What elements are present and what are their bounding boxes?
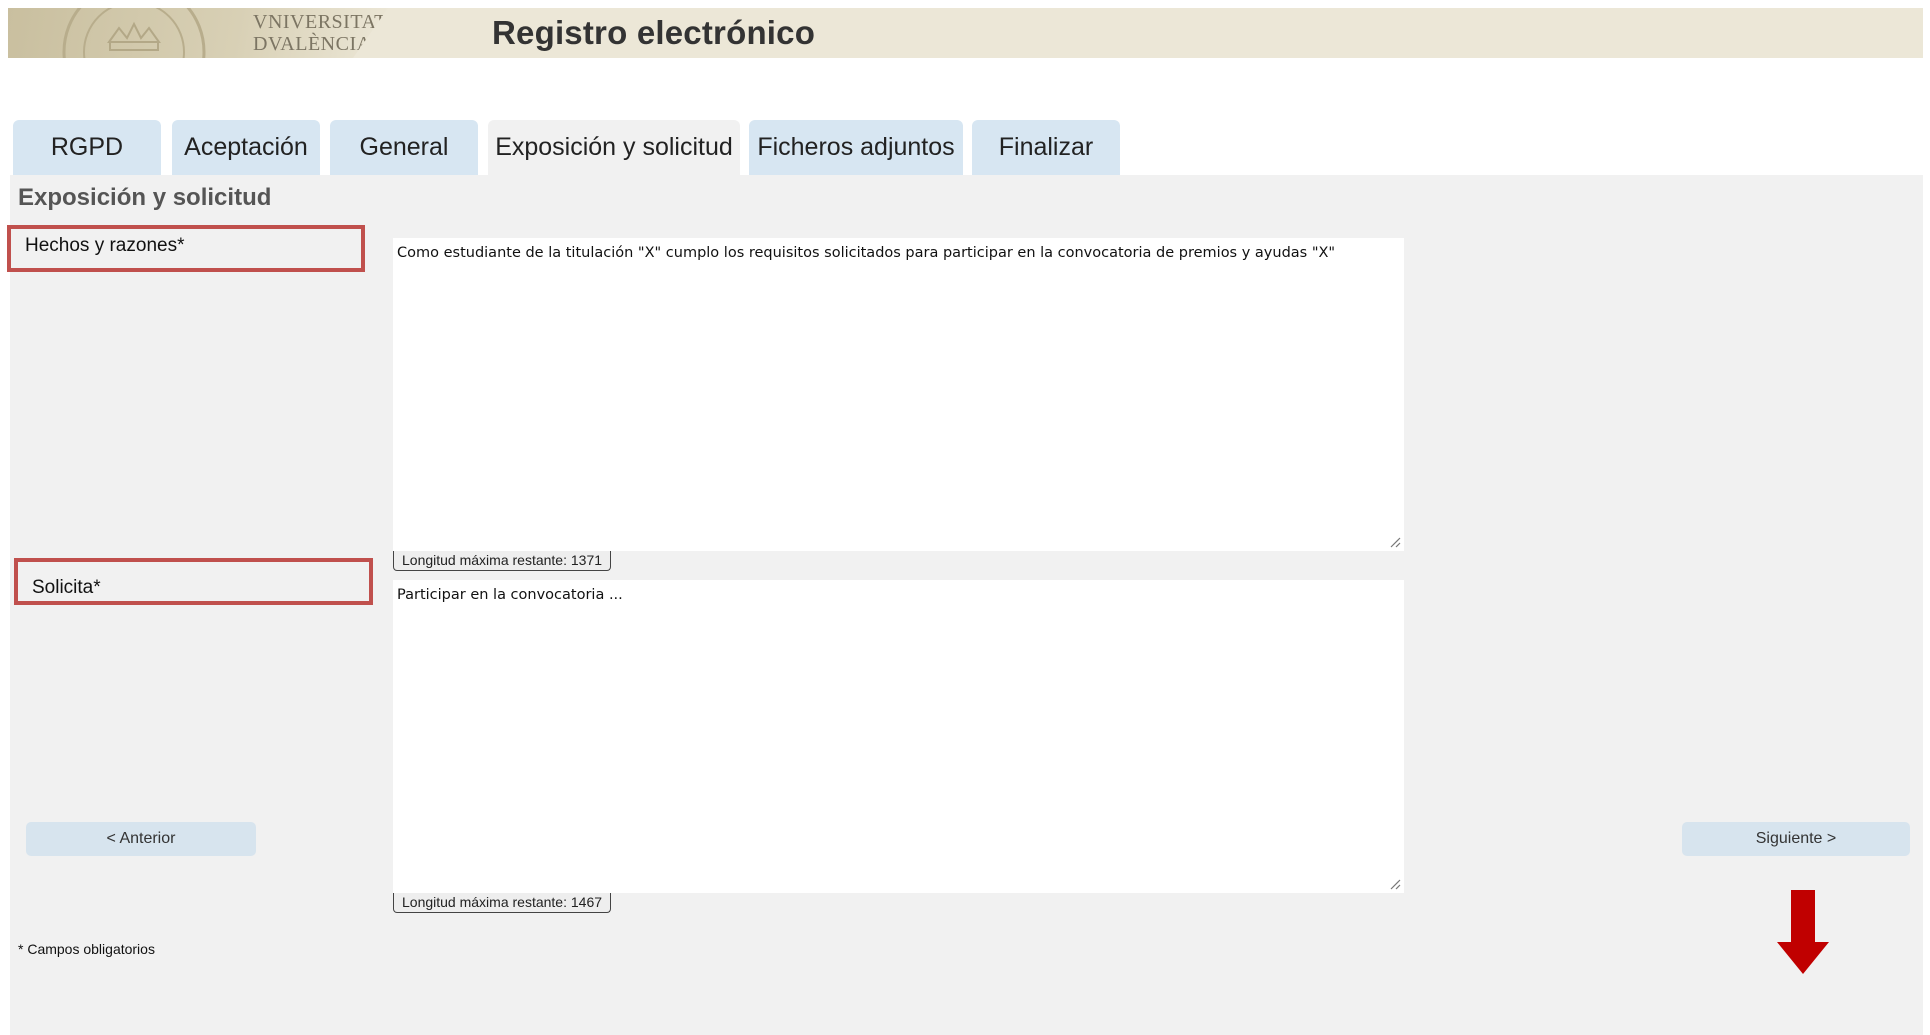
down-arrow-icon [1777,890,1829,974]
tab-general[interactable]: General [330,120,478,175]
solicita-textarea[interactable]: Participar en la convocatoria ... [393,580,1404,893]
next-button[interactable]: Siguiente > [1682,822,1910,856]
solicita-label: Solicita* [14,558,373,605]
tab-ficheros-adjuntos[interactable]: Ficheros adjuntos [749,120,963,175]
hechos-text: Como estudiante de la titulación "X" cum… [397,245,1336,261]
solicita-char-counter: Longitud máxima restante: 1467 [393,893,612,913]
logo-line-1: VNIVERSITAT [253,11,387,33]
hechos-textarea[interactable]: Como estudiante de la titulación "X" cum… [393,238,1404,551]
solicita-text: Participar en la convocatoria ... [397,587,623,603]
form-panel: Exposición y solicitud Hechos y razones*… [7,175,1923,1035]
tab-exposicion-solicitud[interactable]: Exposición y solicitud [488,120,740,175]
university-logo: VNIVERSITAT DVALÈNCIA [8,8,388,58]
tab-finalizar[interactable]: Finalizar [972,120,1120,175]
required-fields-note: * Campos obligatorios [18,941,155,957]
logo-wordmark: VNIVERSITAT DVALÈNCIA [253,11,387,55]
university-seal-icon [62,8,206,58]
tab-rgpd[interactable]: RGPD [13,120,161,175]
tab-aceptacion[interactable]: Aceptación [172,120,320,175]
section-title: Exposición y solicitud [18,184,272,211]
resize-grip-icon[interactable] [1389,878,1401,890]
previous-button[interactable]: < Anterior [26,822,256,856]
hechos-label: Hechos y razones* [7,225,365,272]
app-header: VNIVERSITAT DVALÈNCIA Registro electróni… [8,8,1923,58]
hechos-char-counter: Longitud máxima restante: 1371 [393,551,612,571]
logo-line-2: DVALÈNCIA [253,33,372,55]
page-title: Registro electrónico [492,14,816,51]
resize-grip-icon[interactable] [1389,536,1401,548]
